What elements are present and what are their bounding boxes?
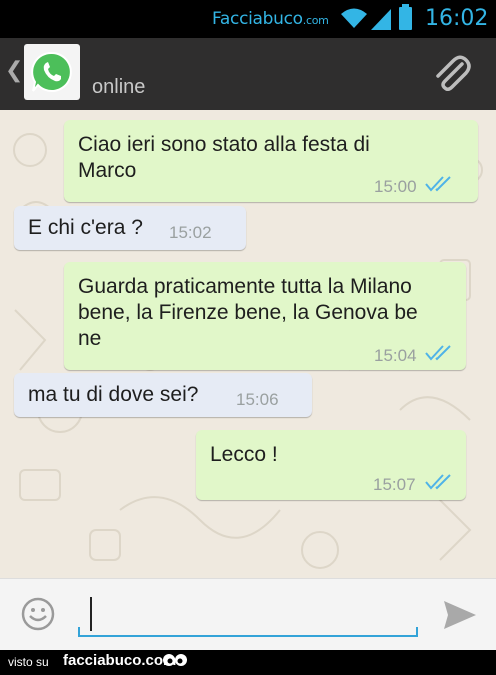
message-time: 15:00 (374, 177, 417, 196)
signal-icon (371, 9, 391, 30)
message-bubble-incoming[interactable]: E chi c'era ? 15:02 (14, 206, 246, 250)
chat-area[interactable]: Ciao ieri sono stato alla festa di Marco… (0, 110, 496, 578)
message-bubble-incoming[interactable]: ma tu di dove sei? 15:06 (14, 373, 312, 417)
message-line: Lecco ! (210, 443, 278, 466)
message-line: Marco (78, 159, 137, 182)
status-bar: Facciabuco.com 16:02 (0, 0, 496, 38)
battery-icon (399, 4, 412, 30)
watermark-main: Facciabuco (212, 9, 303, 29)
back-chevron-icon[interactable]: ❮ (5, 58, 23, 83)
watermark-footer: visto su facciabuco.com (0, 650, 496, 675)
message-text: Lecco ! (210, 442, 278, 468)
message-line: ne (78, 327, 102, 350)
message-time: 15:02 (169, 223, 212, 242)
read-ticks-icon (425, 176, 451, 192)
composer-bar (0, 578, 496, 650)
message-text: E chi c'era ? (28, 215, 143, 241)
text-caret (90, 597, 92, 631)
message-bubble-outgoing[interactable]: Lecco ! 15:07 (196, 430, 466, 500)
message-time: 15:07 (373, 475, 416, 494)
message-text: Ciao ieri sono stato alla festa di Marco (78, 132, 370, 184)
message-text: ma tu di dove sei? (28, 382, 198, 408)
watermark: Facciabuco.com (212, 9, 329, 29)
send-icon[interactable] (442, 599, 478, 631)
whatsapp-logo-icon (31, 51, 72, 92)
message-time: 15:04 (374, 346, 417, 365)
message-line: bene, la Firenze bene, la Genova be (78, 301, 418, 324)
visto-label: visto su (8, 655, 49, 669)
read-ticks-icon (425, 345, 451, 361)
message-line: ma tu di dove sei? (28, 383, 199, 406)
read-ticks-icon (425, 474, 451, 490)
message-text: Guarda praticamente tutta la Milano bene… (78, 274, 418, 352)
smiley-icon[interactable] (20, 596, 56, 632)
chat-header: ❮ online (0, 38, 496, 110)
message-input[interactable] (78, 597, 418, 637)
message-bubble-outgoing[interactable]: Guarda praticamente tutta la Milano bene… (64, 262, 466, 370)
avatar[interactable] (24, 44, 80, 100)
message-line: Ciao ieri sono stato alla festa di (78, 133, 370, 156)
message-time: 15:06 (236, 390, 279, 409)
wifi-icon (341, 8, 367, 28)
message-bubble-outgoing[interactable]: Ciao ieri sono stato alla festa di Marco… (64, 120, 478, 202)
eyes-logo-icon (163, 654, 187, 666)
paperclip-icon[interactable] (430, 52, 472, 94)
clock: 16:02 (425, 6, 489, 31)
contact-status: online (92, 76, 146, 98)
watermark-suffix: .com (302, 14, 329, 27)
message-line: Guarda praticamente tutta la Milano (78, 275, 412, 298)
message-line: E chi c'era ? (28, 216, 143, 239)
brand-label: facciabuco.com (63, 652, 177, 669)
